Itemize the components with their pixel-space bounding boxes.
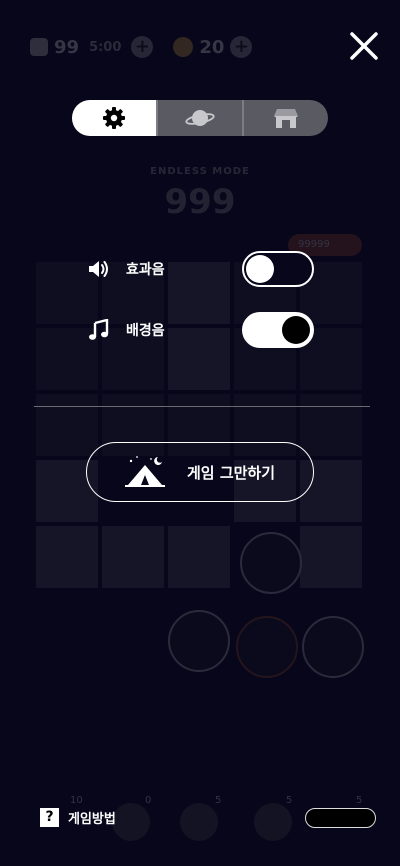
toggle-knob (282, 316, 310, 344)
music-note-icon (89, 319, 109, 340)
tab-settings[interactable] (72, 100, 156, 136)
coin-icon (173, 37, 194, 57)
quit-game-button[interactable]: 게임 그만하기 (86, 442, 314, 502)
add-gem-button: + (131, 36, 154, 58)
game-grid (36, 262, 362, 588)
how-to-play-label: 게임방법 (68, 812, 116, 827)
grid-cell (102, 526, 164, 588)
close-button[interactable] (346, 28, 382, 64)
item-count: 5 (356, 795, 363, 806)
mode-score: 999 (164, 182, 236, 222)
tab-planet[interactable] (158, 100, 242, 136)
gem-icon (30, 38, 48, 56)
item-count: 5 (286, 795, 293, 806)
grid-cell (300, 526, 362, 588)
refill-timer: 5:00 (89, 39, 122, 55)
item-count: 5 (215, 795, 222, 806)
how-to-play-button[interactable]: ? 게임방법 (40, 808, 116, 827)
grid-cell (300, 394, 362, 456)
add-coin-button: + (230, 36, 253, 58)
question-icon: ? (40, 808, 59, 827)
shop-icon (274, 109, 298, 128)
speaker-icon (89, 261, 108, 277)
item-count: 10 (70, 795, 83, 806)
item-icon (112, 803, 150, 841)
bottom-pill-button[interactable] (305, 808, 376, 828)
sound-effects-label: 효과음 (126, 262, 165, 278)
sound-effects-toggle[interactable] (242, 251, 314, 287)
coin-count: 20 (199, 36, 225, 58)
item-icon (254, 803, 292, 841)
hud-bar: 99 5:00 + 20 + (30, 36, 253, 58)
toggle-knob (246, 255, 274, 283)
tab-shop[interactable] (244, 100, 328, 136)
item-icon (180, 803, 218, 841)
item-count: 0 (145, 795, 152, 806)
bgm-toggle[interactable] (242, 312, 314, 348)
mode-label: ENDLESS MODE (150, 166, 250, 177)
quit-game-label: 게임 그만하기 (187, 463, 276, 482)
cat-token (168, 610, 230, 672)
grid-cell (168, 526, 230, 588)
gear-icon (103, 107, 125, 129)
tent-icon (125, 456, 165, 487)
bgm-label: 배경음 (126, 323, 165, 339)
grid-cell (36, 526, 98, 588)
gem-count: 99 (54, 36, 80, 58)
section-divider (34, 406, 370, 407)
close-icon (350, 32, 378, 60)
cat-token (302, 616, 364, 678)
cat-token (240, 532, 302, 594)
settings-tab-bar (72, 100, 328, 136)
planet-icon (185, 110, 215, 126)
cat-token (236, 616, 298, 678)
grid-cell (36, 394, 98, 456)
